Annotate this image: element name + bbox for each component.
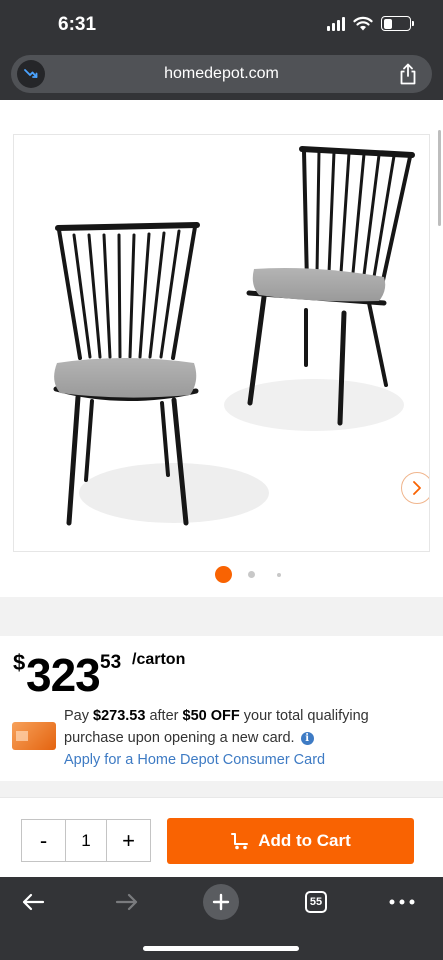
price-unit: /carton — [132, 651, 186, 668]
carousel-dots — [0, 566, 443, 583]
promo-text-line1: Pay $273.53 after $50 OFF your total qua… — [64, 708, 369, 724]
carousel-dot-active[interactable] — [215, 566, 232, 583]
arrow-left-icon — [22, 893, 45, 911]
more-menu-button[interactable] — [388, 887, 416, 917]
arrow-right-icon — [115, 893, 138, 911]
price-dollars: 323 — [26, 649, 101, 701]
price-cents: 53 — [100, 652, 122, 673]
quantity-input[interactable]: 1 — [65, 820, 107, 861]
plus-icon — [203, 884, 239, 920]
tab-count-icon: 55 — [305, 891, 327, 913]
add-to-cart-label: Add to Cart — [258, 831, 351, 850]
product-gallery — [0, 100, 443, 597]
back-button[interactable] — [18, 887, 48, 917]
status-icons — [327, 16, 414, 31]
price-currency: $ — [13, 650, 26, 675]
credit-card-image — [12, 722, 56, 750]
apply-card-link[interactable]: Apply for a Home Depot Consumer Card — [64, 752, 325, 768]
promo-text-line2: purchase upon opening a new card. i — [64, 730, 314, 746]
more-dots-icon — [389, 899, 415, 905]
cart-icon — [231, 833, 249, 850]
scroll-indicator — [438, 130, 441, 226]
product-image[interactable] — [13, 134, 430, 552]
wifi-icon — [353, 16, 373, 31]
battery-icon — [381, 16, 414, 31]
home-depot-logo — [16, 731, 28, 741]
chevron-right-icon — [413, 481, 421, 495]
address-bar[interactable]: homedepot.com — [11, 55, 432, 93]
price-section: $ 323 53 /carton Pay $273.53 after $50 O… — [0, 636, 443, 781]
add-to-cart-button[interactable]: Add to Cart — [167, 818, 414, 864]
carousel-dot[interactable] — [248, 571, 255, 578]
increase-quantity-button[interactable]: + — [107, 820, 150, 861]
status-time: 6:31 — [58, 14, 97, 35]
new-tab-button[interactable] — [203, 884, 239, 920]
quantity-stepper: - 1 + — [21, 819, 151, 862]
cellular-signal-icon — [327, 16, 345, 31]
share-icon[interactable] — [398, 63, 418, 85]
browser-address-area: homedepot.com — [0, 50, 443, 100]
tabs-button[interactable]: 55 — [304, 887, 328, 917]
forward-button[interactable] — [112, 887, 142, 917]
home-indicator — [143, 946, 299, 951]
next-image-button[interactable] — [401, 472, 429, 504]
url-text[interactable]: homedepot.com — [11, 65, 432, 83]
cart-bar: - 1 + Add to Cart — [0, 797, 443, 877]
browser-toolbar: 55 — [0, 877, 443, 960]
status-bar: 6:31 — [0, 0, 443, 50]
carousel-dot[interactable] — [277, 573, 281, 577]
info-icon[interactable]: i — [300, 732, 314, 745]
decrease-quantity-button[interactable]: - — [22, 820, 65, 861]
